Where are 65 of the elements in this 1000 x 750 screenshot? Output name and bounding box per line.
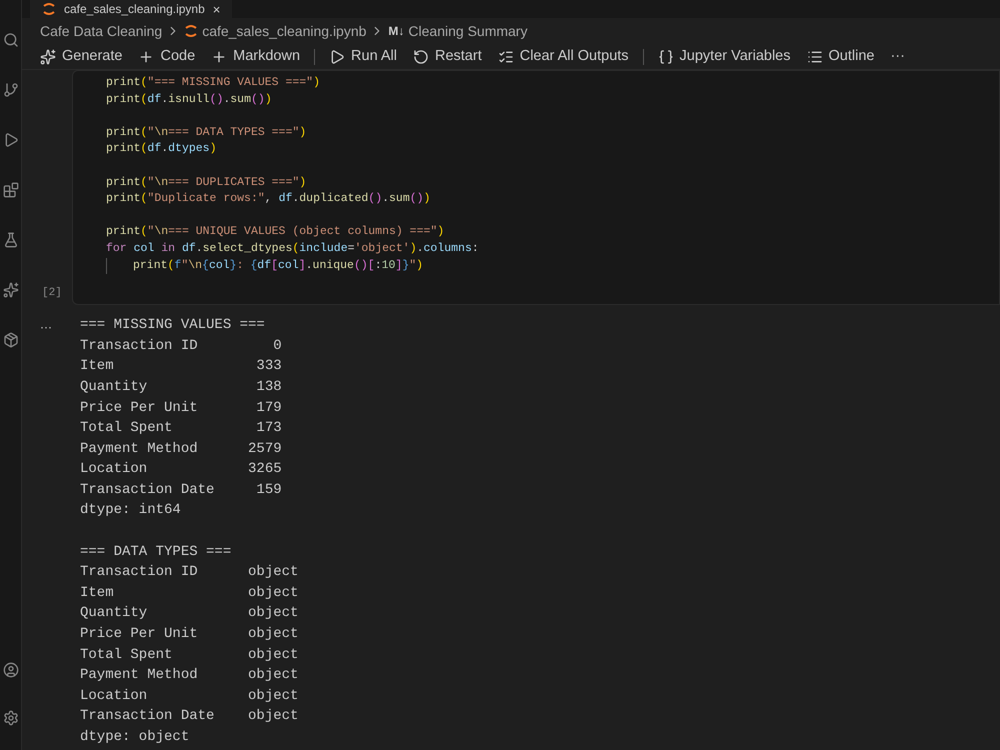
output-line: Transaction Date object bbox=[80, 708, 298, 724]
search-icon[interactable] bbox=[2, 32, 18, 48]
output-line: Location 3265 bbox=[80, 461, 282, 478]
code-line: print("Duplicate rows:", df.duplicated().sum()) bbox=[106, 191, 430, 208]
output-line: === DATA TYPES === bbox=[80, 544, 232, 560]
output-line: Transaction ID 0 bbox=[80, 338, 282, 354]
output-line: Item 333 bbox=[80, 358, 282, 374]
play-icon[interactable] bbox=[2, 132, 18, 148]
code-cell[interactable] bbox=[72, 70, 1000, 306]
toolbar-button[interactable]: Code bbox=[132, 46, 202, 68]
editor-tab[interactable]: cafe_sales_cleaning.ipynb × bbox=[30, 0, 232, 18]
notebook-icon bbox=[184, 24, 198, 38]
code-line: for col in df.select_dtypes(include='object').columns: bbox=[106, 240, 479, 257]
output-line: dtype: int64 bbox=[80, 502, 181, 518]
output-line: Location object bbox=[80, 688, 298, 704]
tab-title: cafe_sales_cleaning.ipynb bbox=[64, 3, 205, 15]
code-line: print(f"\n{col}: {df[col].unique()[:10]}") bbox=[133, 258, 424, 274]
account-icon[interactable] bbox=[2, 662, 18, 678]
close-icon[interactable]: × bbox=[212, 2, 220, 16]
branch-icon[interactable] bbox=[2, 82, 18, 98]
sparkle-icon bbox=[40, 48, 56, 64]
code-line: print(df.dtypes) bbox=[106, 141, 216, 158]
output-line: Total Spent 173 bbox=[80, 420, 282, 436]
execution-count: [2] bbox=[42, 286, 63, 301]
breadcrumb-item[interactable]: Cafe Data Cleaning bbox=[40, 20, 162, 42]
run-icon bbox=[329, 48, 346, 64]
toolbar-button[interactable]: Clear All Outputs bbox=[492, 46, 635, 68]
clear-list-icon bbox=[498, 48, 514, 64]
variables-icon bbox=[658, 48, 674, 64]
output-menu-icon[interactable]: ··· bbox=[40, 320, 52, 334]
settings-icon[interactable] bbox=[2, 710, 18, 726]
sparkles-icon[interactable] bbox=[2, 282, 18, 298]
output-line: dtype: object bbox=[80, 729, 190, 745]
toolbar-button[interactable]: Jupyter Variables bbox=[652, 46, 796, 68]
package-icon[interactable] bbox=[2, 332, 18, 348]
output-line: Transaction Date 159 bbox=[80, 482, 282, 498]
output-line: Transaction ID object bbox=[80, 564, 298, 580]
toolbar-button[interactable]: Outline bbox=[800, 46, 880, 68]
toolbar-button[interactable]: Restart bbox=[406, 46, 488, 68]
output-line: Payment Method 2579 bbox=[80, 440, 282, 457]
toolbar-button[interactable]: ··· bbox=[884, 46, 911, 68]
output-line: Price Per Unit object bbox=[80, 626, 298, 642]
breadcrumb-item[interactable]: cafe_sales_cleaning.ipynb bbox=[202, 20, 366, 42]
output-line: Total Spent object bbox=[80, 646, 298, 663]
notebook-icon bbox=[42, 2, 56, 16]
output-line: Item object bbox=[80, 584, 298, 601]
output-line: === MISSING VALUES === bbox=[80, 317, 265, 334]
flask-icon[interactable] bbox=[2, 232, 18, 248]
code-line: print(df.isnull().sum()) bbox=[106, 92, 272, 108]
toolbar-button[interactable]: Run All bbox=[323, 46, 403, 68]
restart-icon bbox=[412, 48, 429, 64]
toolbar-button[interactable]: Generate bbox=[34, 46, 128, 68]
output-line: Payment Method object bbox=[80, 667, 298, 684]
toolbar-button[interactable]: Markdown bbox=[205, 46, 306, 68]
blocks-icon[interactable] bbox=[2, 182, 18, 198]
breadcrumb-item[interactable]: Cleaning Summary bbox=[408, 20, 528, 42]
markdown-icon: M↓ bbox=[388, 22, 404, 40]
output-line: Quantity 138 bbox=[80, 378, 282, 395]
code-line: print("\n=== DATA TYPES ===") bbox=[106, 124, 306, 141]
code-line: print("=== MISSING VALUES ===") bbox=[106, 75, 320, 91]
output-line: Quantity object bbox=[80, 605, 298, 622]
code-line: print("\n=== DUPLICATES ===") bbox=[106, 174, 306, 191]
list-icon bbox=[806, 48, 822, 64]
code-line: print("\n=== UNIQUE VALUES (object columns) ===") bbox=[106, 224, 444, 240]
output-line: Price Per Unit 179 bbox=[80, 400, 282, 416]
